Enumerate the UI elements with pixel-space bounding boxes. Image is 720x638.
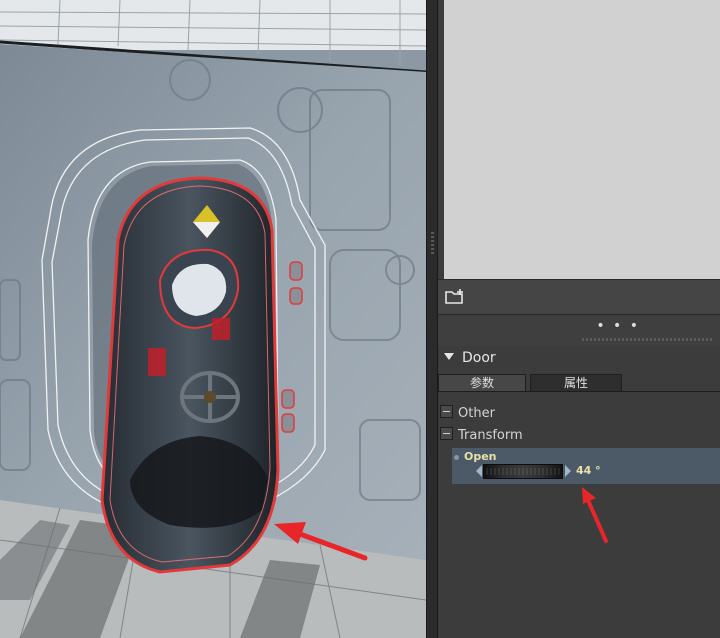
- slider-left-arrow-icon[interactable]: [476, 465, 482, 477]
- door-section-header[interactable]: Door: [444, 350, 496, 366]
- more-options-button[interactable]: • • •: [596, 318, 640, 334]
- collapse-box-icon[interactable]: [440, 405, 453, 418]
- parameter-dot-icon: [454, 455, 459, 460]
- group-label: Transform: [458, 428, 523, 443]
- preview-pane: [444, 0, 720, 279]
- resize-grip[interactable]: [582, 338, 712, 341]
- 3d-viewport[interactable]: [0, 0, 426, 638]
- tab-parameters[interactable]: 参数: [438, 374, 526, 392]
- folder-toolbar: [438, 279, 720, 315]
- annotation-arrow: [582, 487, 608, 543]
- open-parameter-row: Open 44 °: [452, 448, 720, 484]
- side-panel: • • • Door 参数 属性 Other Transform Open 44…: [438, 0, 720, 638]
- panel-splitter[interactable]: [426, 0, 438, 638]
- open-slider[interactable]: [483, 464, 563, 479]
- group-other[interactable]: Other: [440, 404, 495, 424]
- group-label: Other: [458, 406, 495, 421]
- section-title: Door: [462, 350, 496, 366]
- tab-divider: [438, 391, 720, 392]
- slider-right-arrow-icon[interactable]: [565, 465, 571, 477]
- door-properties: Door 参数 属性 Other Transform Open 44 °: [438, 346, 720, 638]
- collapse-triangle-icon[interactable]: [444, 353, 454, 360]
- group-transform[interactable]: Transform: [440, 426, 523, 446]
- more-options-bar: • • •: [438, 316, 720, 346]
- collapse-box-icon[interactable]: [440, 427, 453, 440]
- tab-attributes[interactable]: 属性: [530, 374, 622, 392]
- open-value[interactable]: 44 °: [576, 464, 601, 477]
- scene-render: [0, 0, 426, 638]
- open-label: Open: [464, 450, 497, 463]
- new-folder-icon[interactable]: [444, 288, 466, 306]
